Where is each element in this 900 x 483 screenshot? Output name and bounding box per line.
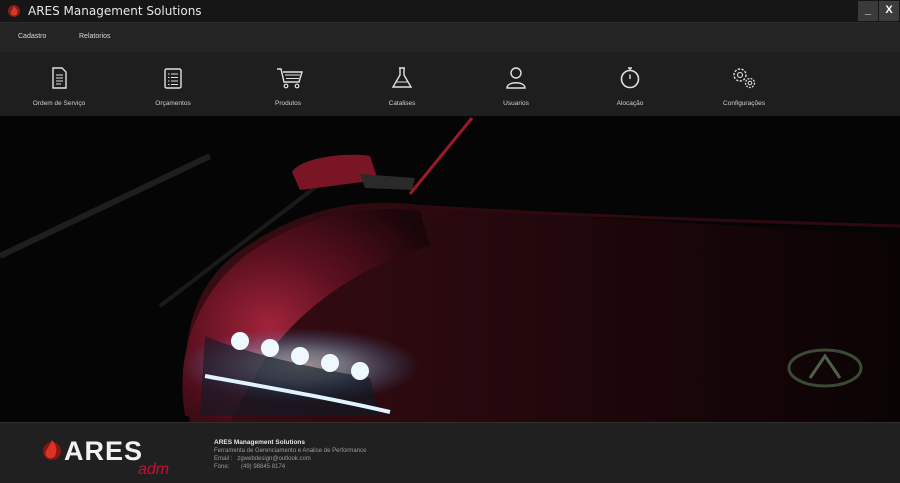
ares-flame-icon [8, 5, 20, 17]
stopwatch-icon [620, 67, 640, 89]
hero-car-image [0, 116, 900, 422]
tool-label: Usuarios [503, 100, 529, 107]
tool-label: Ordem de Serviço [32, 100, 86, 107]
car-illustration [0, 116, 900, 422]
info-email: Email : zgwebdesign@outlook.com [214, 456, 311, 462]
gears-icon [733, 68, 756, 89]
footer-info: ARES Management Solutions Ferramenta de … [214, 439, 366, 471]
close-button[interactable]: X [879, 1, 899, 21]
document-icon [52, 67, 67, 89]
menu-item-relatorios[interactable]: Relatorios [79, 33, 111, 40]
window-title: ARES Management Solutions [28, 4, 202, 18]
user-icon [506, 67, 526, 89]
tool-catalises[interactable]: Catalises [347, 52, 457, 116]
info-title: ARES Management Solutions [214, 439, 306, 446]
flask-icon [391, 67, 413, 88]
tool-label: Alocação [616, 100, 644, 107]
info-description: Ferramenta de Gerenciamento e Analise de… [214, 448, 367, 454]
tool-configuracoes[interactable]: Configurações [689, 52, 799, 116]
tool-ordem-de-servico[interactable]: Ordem de Serviço [4, 52, 114, 116]
menu-item-cadastro[interactable]: Cadastro [18, 33, 46, 40]
tool-orcamentos[interactable]: Orçamentos [118, 52, 228, 116]
info-phone: Fone: (49) 98845 8174 [214, 464, 286, 470]
tool-label: Orçamentos [155, 100, 191, 107]
shopping-cart-icon [277, 68, 303, 89]
tool-produtos[interactable]: Produtos [233, 52, 343, 116]
footer: ARES adm ARES Management Solutions Ferra… [0, 422, 900, 483]
ares-logo: ARES adm [43, 436, 169, 477]
tool-label: Configurações [723, 100, 765, 107]
toolbar: Ordem de Serviço Orçamentos Produtos Cat… [0, 52, 900, 116]
title-bar: ARES Management Solutions _ X [0, 0, 900, 23]
logo-subtext: adm [138, 461, 169, 477]
minimize-button[interactable]: _ [858, 1, 878, 21]
tool-label: Catalises [388, 100, 416, 107]
tool-label: Produtos [274, 100, 302, 107]
menu-bar: Cadastro Relatorios [0, 23, 900, 52]
tool-usuarios[interactable]: Usuarios [461, 52, 571, 116]
logo-text: ARES [64, 436, 143, 466]
list-document-icon [164, 68, 182, 89]
tool-alocacao[interactable]: Alocação [575, 52, 685, 116]
